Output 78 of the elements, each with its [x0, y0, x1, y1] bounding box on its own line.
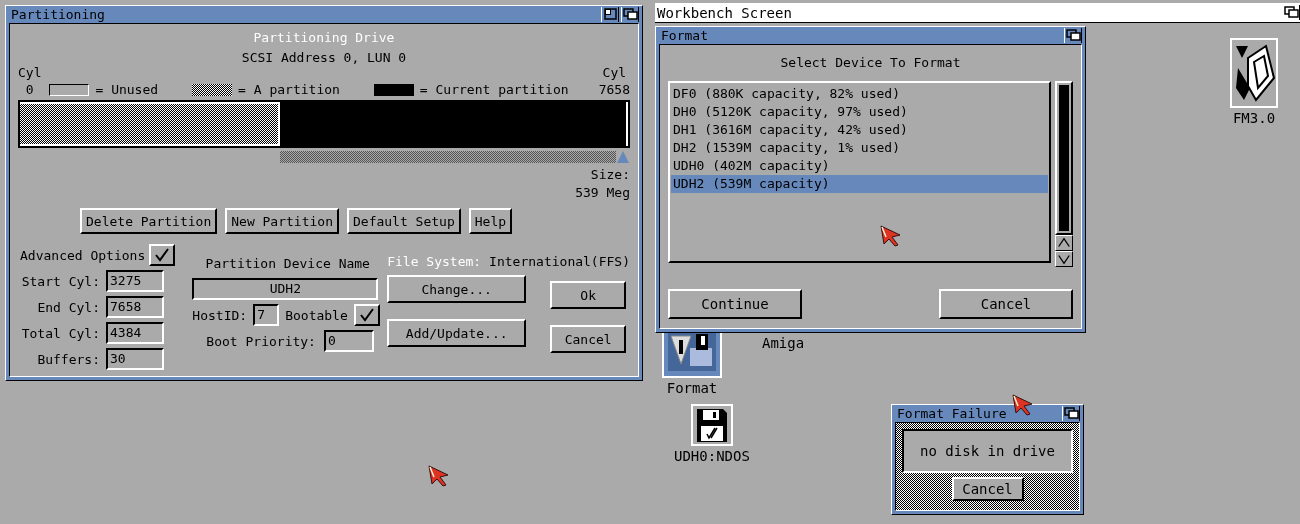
scrollbar-thumb[interactable]	[1059, 85, 1069, 231]
device-list-item[interactable]: DH1 (3616M capacity, 42% used)	[671, 121, 1048, 139]
input-field[interactable]: 3275	[106, 270, 164, 292]
checkmark-icon	[154, 248, 171, 262]
checkbox-label: Bootable	[285, 307, 348, 323]
dialog-button[interactable]: Cancel	[550, 325, 627, 353]
device-list-item[interactable]: DH0 (5120K capacity, 97% used)	[671, 103, 1048, 121]
input-field[interactable]: 7	[253, 304, 280, 326]
checkbox-label: Advanced Options	[20, 247, 146, 263]
legend-label: = Current partition	[419, 82, 569, 97]
input-field[interactable]: UDH2	[192, 278, 379, 300]
window-title: Format Failure	[896, 406, 1008, 421]
zoom-gadget[interactable]	[601, 7, 619, 22]
field-label: Partition Device Name	[204, 255, 371, 273]
size-value: 539 Meg	[575, 184, 630, 202]
device-list-item[interactable]: DF0 (880K capacity, 82% used)	[671, 85, 1048, 103]
partition-range-slider[interactable]	[279, 150, 630, 164]
device-list-item[interactable]: UDH0 (402M capacity)	[671, 157, 1048, 175]
field-label: End Cyl:	[36, 299, 100, 315]
device-list-item[interactable]: DH2 (1539M capacity, 1% used)	[671, 139, 1048, 157]
icon-label[interactable]: UDH0:NDOS	[674, 448, 750, 464]
checkmark-icon	[358, 308, 375, 322]
mouse-pointer-icon	[428, 465, 450, 487]
action-button[interactable]: Help	[468, 208, 513, 234]
drag-handle-icon	[616, 150, 630, 164]
icon-label[interactable]: Amiga	[762, 335, 805, 351]
legend-swatch	[49, 83, 90, 96]
field-label: Total Cyl:	[20, 325, 100, 341]
input-field[interactable]: 4384	[106, 322, 164, 344]
screen-title: Workbench Screen	[656, 4, 793, 21]
mouse-pointer-icon	[1012, 394, 1034, 416]
depth-gadget[interactable]	[1064, 28, 1082, 43]
input-field[interactable]: 7658	[106, 296, 164, 318]
device-list-item[interactable]: UDH2 (539M capacity)	[671, 175, 1048, 193]
action-button[interactable]: Default Setup	[347, 208, 461, 234]
checkbox[interactable]	[353, 304, 380, 326]
input-field[interactable]: 0	[323, 330, 374, 352]
scroll-down-icon[interactable]	[1055, 251, 1073, 267]
field-label: Boot Priority:	[206, 333, 316, 349]
window-title: Partitioning	[10, 7, 106, 22]
scroll-up-icon[interactable]	[1055, 235, 1073, 251]
icon-label[interactable]: FM3.0	[1232, 110, 1276, 126]
dialog-button[interactable]: Cancel	[939, 289, 1073, 319]
drive-address: SCSI Address 0, LUN 0	[240, 49, 408, 67]
action-button[interactable]: Change...	[387, 275, 527, 303]
depth-gadget[interactable]	[621, 7, 639, 22]
panel-heading: Partitioning Drive	[252, 29, 396, 47]
field-label: Start Cyl:	[20, 273, 100, 289]
legend-label: = Unused	[95, 82, 159, 97]
action-button[interactable]: Delete Partition	[80, 208, 218, 234]
field-label: Buffers:	[36, 351, 100, 367]
cancel-button[interactable]: Cancel	[951, 477, 1024, 501]
window-title: Format	[660, 28, 709, 43]
cylinder-value: 0	[25, 81, 34, 98]
dialog-heading: Select Device To Format	[779, 54, 962, 72]
dialog-button[interactable]: Ok	[550, 281, 627, 309]
cylinder-value: 7658	[598, 81, 630, 98]
dialog-button[interactable]: Continue	[668, 289, 802, 319]
depth-gadget[interactable]	[1062, 406, 1080, 421]
file-system-label: File System:	[387, 254, 482, 269]
cylinder-label: Cyl	[602, 64, 627, 81]
checkbox[interactable]	[149, 244, 176, 266]
size-label: Size:	[590, 166, 630, 184]
depth-gadget[interactable]	[1282, 5, 1300, 20]
icon-label[interactable]: Format	[666, 380, 718, 396]
cylinder-label: Cyl	[18, 64, 42, 81]
field-label: HostID:	[192, 307, 248, 323]
input-field[interactable]: 30	[106, 348, 164, 370]
scrollbar-track[interactable]	[1055, 81, 1073, 235]
action-button[interactable]: New Partition	[225, 208, 339, 234]
tool-drawing	[1230, 38, 1278, 108]
error-message: no disk in drive	[902, 429, 1073, 473]
legend-swatch	[373, 83, 414, 96]
file-system-value: International(FFS)	[489, 254, 630, 269]
mouse-pointer-icon	[880, 225, 902, 247]
legend-swatch	[192, 83, 233, 96]
legend-label: = A partition	[238, 82, 340, 97]
action-button[interactable]: Add/Update...	[387, 319, 527, 347]
